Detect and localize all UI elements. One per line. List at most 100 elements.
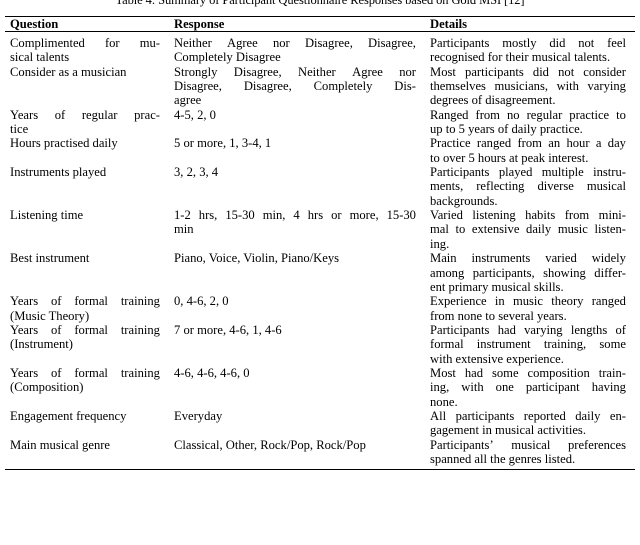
cell-details: Varied listening habits from mini-mal to exten… [425, 208, 635, 251]
details-line: formal instrument training, some [430, 337, 626, 352]
response-line: 4-6, 4-6, 4-6, 0 [174, 365, 250, 380]
details-line: Most participants did not consider [430, 64, 626, 79]
question-text: Instruments played [5, 165, 169, 179]
question-line: Hours practised daily [10, 136, 118, 151]
table-row: Years of formal training (Composition) 4-6, 4… [5, 366, 635, 409]
question-line: Best instrument [10, 251, 90, 266]
table-row: Years of formal training (Instrument) 7 or mo… [5, 323, 635, 366]
details-text: Participants played multiple instru-ments, r… [425, 165, 635, 208]
question-line: (Instrument) [10, 337, 73, 352]
cell-response: 5 or more, 1, 3-4, 1 [169, 136, 425, 165]
cell-question: Best instrument [5, 251, 169, 294]
cell-question: Instruments played [5, 165, 169, 208]
details-text: Practice ranged from an hour a day to over 5 ho… [425, 136, 635, 165]
details-line: Participants’ musical preferences [430, 437, 626, 452]
response-line: min [174, 222, 194, 237]
table-row: Hours practised daily 5 or more, 1, 3-4, … [5, 136, 635, 165]
details-line: recognised for their musical talents. [430, 50, 611, 65]
response-line: 7 or more, 4-6, 1, 4-6 [174, 322, 282, 337]
cell-response: 4-6, 4-6, 4-6, 0 [169, 366, 425, 409]
question-line: tice [10, 122, 29, 137]
question-line: Engagement frequency [10, 408, 127, 423]
cell-question: Complimented for mu-sical talents [5, 36, 169, 65]
cell-details: Practice ranged from an hour a day to over 5 ho… [425, 136, 635, 165]
response-text: 7 or more, 4-6, 1, 4-6 [169, 323, 425, 337]
details-line: degrees of disagreement. [430, 93, 556, 108]
cell-details: Experience in music theory ranged from none t… [425, 294, 635, 323]
response-line: Everyday [174, 408, 223, 423]
table-caption: Table 4: Summary of Participant Question… [115, 0, 525, 7]
question-text: Years of formal training (Composition) [5, 366, 169, 395]
details-line: mal to extensive daily music listen- [430, 222, 626, 237]
details-line: with extensive experience. [430, 351, 564, 366]
response-line: 0, 4-6, 2, 0 [174, 294, 229, 309]
details-line: backgrounds. [430, 193, 498, 208]
details-line: Most had some composition train- [430, 365, 626, 380]
details-text: Main instruments varied widely among particip… [425, 251, 635, 294]
table-row: Main musical genre Classical, Other, Rock… [5, 438, 635, 467]
cell-details: Participants had varying lengths of formal ins… [425, 323, 635, 366]
question-line: Years of regular prac- [10, 107, 160, 122]
table-figure: Table 4: Summary of Participant Question… [0, 0, 640, 545]
cell-question: Years of formal training (Music Theory) [5, 294, 169, 323]
details-line: Main instruments varied widely [430, 251, 626, 266]
cell-question: Main musical genre [5, 438, 169, 467]
response-text: Strongly Disagree, Neither Agree nor Disagree… [169, 65, 425, 108]
details-line: ing. [430, 236, 450, 251]
details-text: Varied listening habits from mini-mal to exten… [425, 208, 635, 251]
details-text: All participants reported daily en-gagement … [425, 409, 635, 438]
column-header-details: Details [425, 17, 635, 31]
details-line: gagement in musical activities. [430, 423, 586, 438]
column-header-response: Response [169, 17, 425, 31]
details-text: Most had some composition train-ing, with one p… [425, 366, 635, 409]
table-row: Complimented for mu-sical talents Neither Ag… [5, 36, 635, 65]
table-row: Listening time 1-2 hrs, 15-30 min, 4 hrs or more… [5, 208, 635, 251]
response-line: Disagree, Disagree, Completely Dis- [174, 79, 416, 94]
response-text: Everyday [169, 409, 425, 423]
question-line: Years of formal training [10, 294, 160, 309]
details-line: ments, reflecting diverse musical [430, 179, 626, 194]
details-line: to over 5 hours at peak interest. [430, 150, 589, 165]
column-header-question: Question [5, 17, 169, 31]
questionnaire-table: Question Response Details [5, 17, 635, 31]
table-row: Consider as a musician Strongly Disagree, N… [5, 65, 635, 108]
table-body: Complimented for mu-sical talents Neither Ag… [5, 36, 635, 466]
response-text: 4-5, 2, 0 [169, 108, 425, 122]
response-line: Completely Disagree [174, 50, 281, 65]
cell-details: Participants mostly did not feel recognised f… [425, 36, 635, 65]
details-line: Participants mostly did not feel [430, 36, 626, 50]
table-row: Years of formal training (Music Theory) 0, 4-… [5, 294, 635, 323]
response-text: 5 or more, 1, 3-4, 1 [169, 136, 425, 150]
details-line: ing, with one participant having [430, 380, 626, 395]
question-line: Years of formal training [10, 365, 160, 380]
response-line: 1-2 hrs, 15-30 min, 4 hrs or more, 15-30 [174, 208, 416, 223]
question-line: Complimented for mu- [10, 36, 160, 50]
cell-question: Years of formal training (Composition) [5, 366, 169, 409]
details-line: Practice ranged from an hour a day [430, 136, 626, 151]
cell-response: 4-5, 2, 0 [169, 108, 425, 137]
response-text: Neither Agree nor Disagree, Disagree, Complet… [169, 36, 425, 65]
question-text: Years of regular prac-tice [5, 108, 169, 137]
details-line: none. [430, 394, 458, 409]
details-text: Participants mostly did not feel recognised f… [425, 36, 635, 65]
table-header-rule [5, 31, 635, 32]
column-header-response-label: Response [174, 17, 225, 31]
column-header-question-label: Question [10, 17, 59, 31]
response-line: 3, 2, 3, 4 [174, 165, 219, 180]
response-line: 5 or more, 1, 3-4, 1 [174, 136, 272, 151]
question-line: Years of formal training [10, 322, 160, 337]
cell-response: 7 or more, 4-6, 1, 4-6 [169, 323, 425, 366]
details-line: Participants played multiple instru- [430, 165, 626, 180]
details-line: Participants had varying lengths of [430, 322, 626, 337]
cell-response: 3, 2, 3, 4 [169, 165, 425, 208]
details-line: Ranged from no regular practice to [430, 107, 626, 122]
question-text: Main musical genre [5, 438, 169, 452]
table-row: Engagement frequency Everyday All participa… [5, 409, 635, 438]
cell-response: Strongly Disagree, Neither Agree nor Disagree… [169, 65, 425, 108]
cell-question: Years of regular prac-tice [5, 108, 169, 137]
cell-response: Classical, Other, Rock/Pop, Rock/Pop [169, 438, 425, 467]
question-line: (Music Theory) [10, 308, 90, 323]
cell-question: Years of formal training (Instrument) [5, 323, 169, 366]
details-line: Varied listening habits from mini- [430, 208, 626, 223]
column-header-details-label: Details [430, 17, 468, 31]
